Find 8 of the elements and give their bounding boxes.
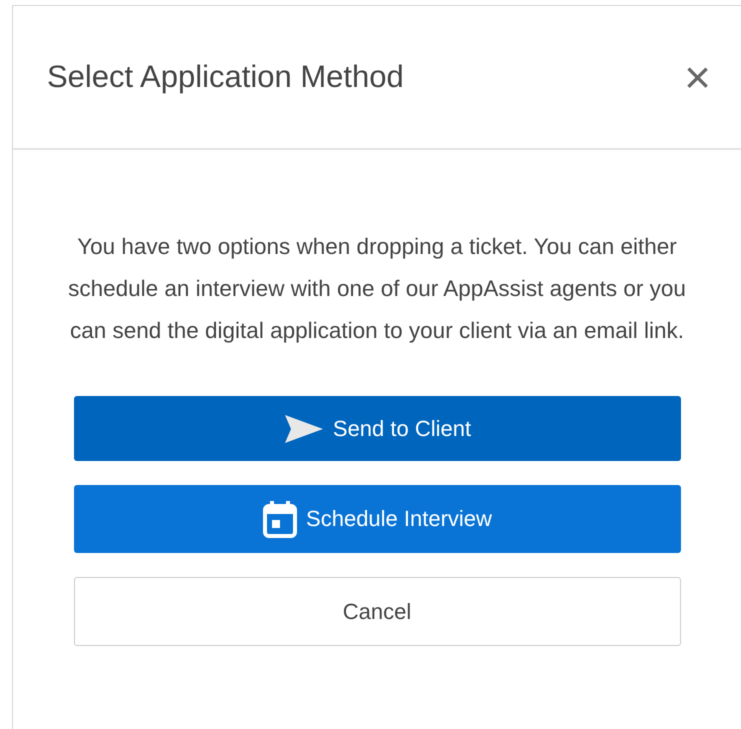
- calendar-icon: [262, 500, 298, 538]
- cancel-button[interactable]: Cancel: [74, 577, 680, 646]
- send-icon: [282, 412, 325, 444]
- send-button[interactable]: Send to Client: [74, 396, 680, 461]
- message-text: You have two options when dropping a ticket. You can either schedule an interview with one of our AppAssist agents or you can send the digital application to your client via an email link.: [67, 233, 687, 345]
- close-button[interactable]: ×: [684, 54, 711, 100]
- dialog-title: Select Application Method: [47, 59, 404, 95]
- schedule-button[interactable]: Schedule Interview: [74, 485, 680, 553]
